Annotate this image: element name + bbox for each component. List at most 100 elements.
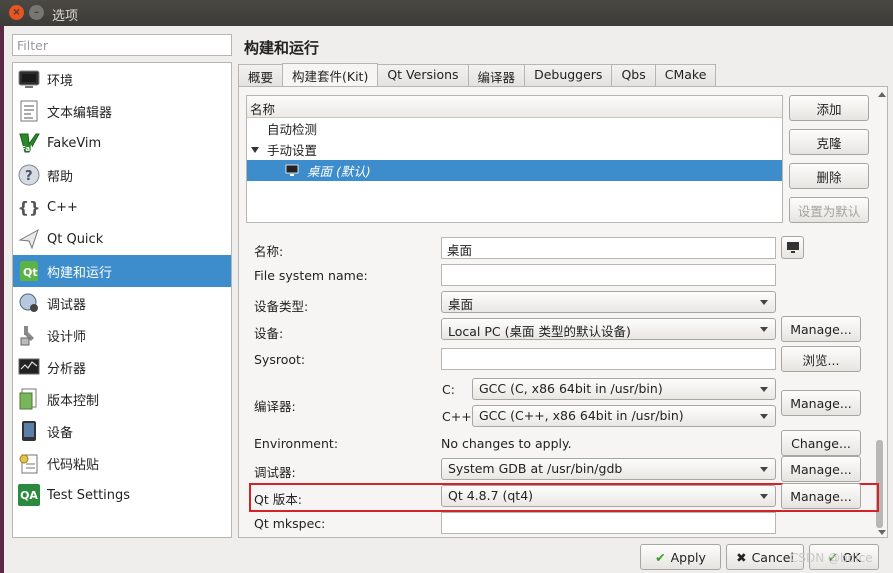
debugger-combo[interactable]: System GDB at /usr/bin/gdb bbox=[441, 458, 776, 480]
scroll-down-icon[interactable] bbox=[878, 530, 886, 535]
svg-text:?: ? bbox=[25, 169, 33, 184]
monitor-icon bbox=[18, 68, 40, 90]
sidebar: 环境 文本编辑器 Fake FakeVim ? 帮助 {} C++ Qt Qui… bbox=[12, 62, 232, 538]
sidebar-item-test-settings[interactable]: QA Test Settings bbox=[13, 479, 231, 511]
set-default-kit-button[interactable]: 设置为默认 bbox=[789, 197, 869, 223]
button-label: Cancel bbox=[751, 549, 794, 565]
c-compiler-combo[interactable]: GCC (C, x86 64bit in /usr/bin) bbox=[472, 378, 776, 400]
sidebar-item-label: FakeVim bbox=[47, 135, 102, 151]
tab-qbs[interactable]: Qbs bbox=[611, 64, 656, 86]
device-combo[interactable]: Local PC (桌面 类型的默认设备) bbox=[441, 318, 776, 340]
device-label: 设备: bbox=[254, 326, 284, 341]
device-icon bbox=[18, 420, 40, 442]
sidebar-item-label: Qt Quick bbox=[47, 231, 104, 247]
sidebar-item-label: 设备 bbox=[47, 425, 74, 441]
sidebar-item-label: 分析器 bbox=[47, 361, 87, 377]
window-minimize-button[interactable]: – bbox=[29, 5, 44, 20]
cpp-compiler-label: C++: bbox=[442, 409, 476, 424]
apply-button[interactable]: ✔ Apply bbox=[640, 544, 721, 570]
combo-value: Local PC (桌面 类型的默认设备) bbox=[448, 324, 631, 339]
qt-version-manage-button[interactable]: Manage... bbox=[781, 483, 861, 509]
sidebar-item-help[interactable]: ? 帮助 bbox=[13, 159, 231, 191]
tree-item-label: 自动检测 bbox=[267, 122, 318, 137]
sidebar-item-fakevim[interactable]: Fake FakeVim bbox=[13, 127, 231, 159]
environment-change-button[interactable]: Change... bbox=[781, 430, 861, 456]
tree-item-manual[interactable]: 手动设置 bbox=[247, 139, 782, 160]
fs-name-field[interactable] bbox=[441, 264, 776, 286]
sidebar-item-label: C++ bbox=[47, 199, 78, 215]
debugger-manage-button[interactable]: Manage... bbox=[781, 456, 861, 482]
add-kit-button[interactable]: 添加 bbox=[789, 95, 869, 121]
environment-value: No changes to apply. bbox=[441, 436, 572, 451]
tab-cmake[interactable]: CMake bbox=[654, 64, 717, 86]
sysroot-field[interactable] bbox=[441, 348, 776, 370]
sidebar-item-environment[interactable]: 环境 bbox=[13, 63, 231, 95]
compiler-manage-button[interactable]: Manage... bbox=[781, 390, 861, 416]
debugger-label: 调试器: bbox=[254, 465, 296, 480]
qt-version-combo[interactable]: Qt 4.8.7 (qt4) bbox=[441, 485, 776, 507]
expand-arrow-icon[interactable] bbox=[251, 146, 259, 153]
window-close-button[interactable]: × bbox=[9, 5, 24, 20]
tab-kits[interactable]: 构建套件(Kit) bbox=[282, 63, 379, 86]
designer-icon bbox=[18, 324, 40, 346]
chevron-down-icon bbox=[760, 300, 768, 305]
sidebar-item-label: 调试器 bbox=[47, 297, 87, 313]
combo-value: Qt 4.8.7 (qt4) bbox=[448, 488, 534, 503]
kit-tree[interactable]: 名称 自动检测 手动设置 桌面 (默认) bbox=[246, 95, 783, 223]
tab-debuggers[interactable]: Debuggers bbox=[524, 64, 613, 86]
filter-input[interactable] bbox=[12, 34, 232, 56]
sidebar-item-devices[interactable]: 设备 bbox=[13, 415, 231, 447]
tab-overview[interactable]: 概要 bbox=[238, 64, 284, 86]
tab-qt-versions[interactable]: Qt Versions bbox=[377, 64, 469, 86]
chevron-down-icon bbox=[760, 467, 768, 472]
sidebar-item-label: 帮助 bbox=[47, 169, 74, 185]
tab-bar: 概要 构建套件(Kit) Qt Versions 编译器 Debuggers Q… bbox=[238, 63, 717, 86]
tree-item-auto-detected[interactable]: 自动检测 bbox=[247, 118, 782, 139]
scroll-up-icon[interactable] bbox=[878, 92, 886, 97]
device-manage-button[interactable]: Manage... bbox=[781, 316, 861, 342]
watermark: CSDN @bdice bbox=[790, 551, 873, 565]
qt-mkspec-field[interactable] bbox=[441, 512, 776, 534]
sidebar-item-label: 环境 bbox=[47, 73, 74, 89]
name-label: 名称: bbox=[254, 244, 284, 259]
tree-item-label: 桌面 (默认) bbox=[307, 164, 371, 179]
sidebar-item-debugger[interactable]: 调试器 bbox=[13, 287, 231, 319]
sysroot-browse-button[interactable]: 浏览... bbox=[781, 346, 861, 372]
svg-text:Qt: Qt bbox=[23, 266, 38, 279]
qt-build-icon: Qt bbox=[18, 260, 40, 282]
sidebar-item-version-control[interactable]: 版本控制 bbox=[13, 383, 231, 415]
sidebar-item-analyzer[interactable]: 分析器 bbox=[13, 351, 231, 383]
chevron-down-icon bbox=[760, 387, 768, 392]
desktop-monitor-icon bbox=[285, 164, 299, 177]
tree-item-label: 手动设置 bbox=[267, 143, 318, 158]
help-icon: ? bbox=[18, 164, 40, 186]
sidebar-item-qtquick[interactable]: Qt Quick bbox=[13, 223, 231, 255]
tree-header-name[interactable]: 名称 bbox=[247, 96, 782, 118]
debugger-icon bbox=[18, 292, 40, 314]
braces-icon: {} bbox=[17, 197, 41, 217]
sidebar-item-label: 文本编辑器 bbox=[47, 105, 113, 121]
environment-label: Environment: bbox=[254, 436, 339, 451]
device-type-label: 设备类型: bbox=[254, 299, 309, 314]
sidebar-item-build-run[interactable]: Qt 构建和运行 bbox=[13, 255, 231, 287]
cpp-compiler-combo[interactable]: GCC (C++, x86 64bit in /usr/bin) bbox=[472, 405, 776, 427]
fakevim-icon: Fake bbox=[18, 132, 40, 154]
qt-version-label: Qt 版本: bbox=[254, 492, 302, 507]
sidebar-item-text-editor[interactable]: 文本编辑器 bbox=[13, 95, 231, 127]
fs-name-label: File system name: bbox=[254, 268, 368, 283]
combo-value: 桌面 bbox=[448, 297, 474, 312]
sidebar-item-code-paste[interactable]: 代码粘贴 bbox=[13, 447, 231, 479]
sidebar-item-cpp[interactable]: {} C++ bbox=[13, 191, 231, 223]
tree-item-desktop-kit[interactable]: 桌面 (默认) bbox=[247, 160, 782, 181]
combo-value: GCC (C, x86 64bit in /usr/bin) bbox=[479, 381, 663, 396]
chevron-down-icon bbox=[760, 494, 768, 499]
qa-icon: QA bbox=[18, 484, 40, 506]
sidebar-item-designer[interactable]: 设计师 bbox=[13, 319, 231, 351]
clone-kit-button[interactable]: 克隆 bbox=[789, 129, 869, 155]
device-type-combo[interactable]: 桌面 bbox=[441, 291, 776, 313]
kit-icon-button[interactable] bbox=[781, 236, 804, 259]
version-control-icon bbox=[18, 388, 40, 410]
remove-kit-button[interactable]: 删除 bbox=[789, 163, 869, 189]
name-field[interactable]: 桌面 bbox=[441, 237, 776, 259]
tab-compilers[interactable]: 编译器 bbox=[467, 64, 526, 86]
